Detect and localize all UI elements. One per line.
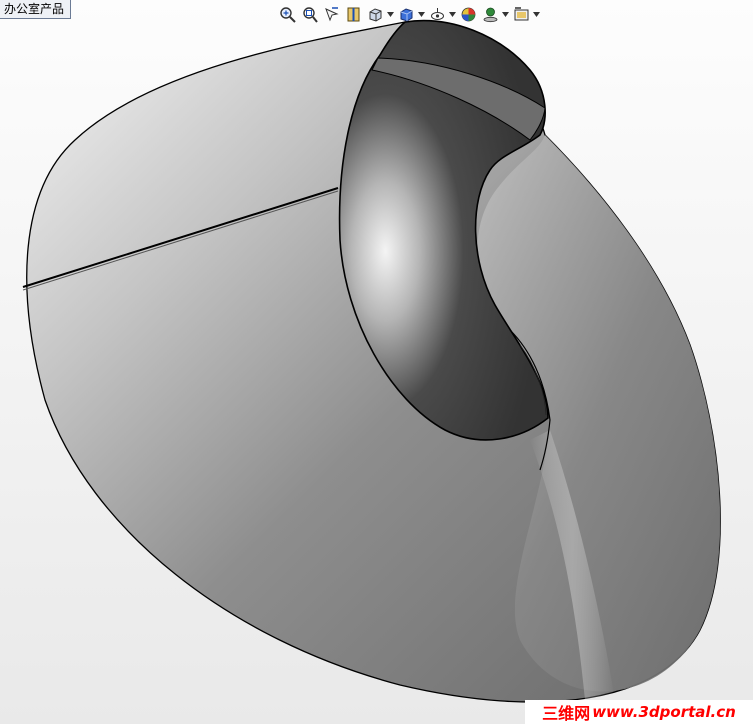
watermark: 三维网 www.3dportal.cn — [525, 700, 753, 724]
view-settings-dropdown-icon[interactable] — [533, 4, 540, 24]
document-tab[interactable]: 办公室产品 — [0, 0, 72, 19]
apply-scene-icon[interactable] — [480, 4, 500, 24]
view-settings-icon[interactable] — [511, 4, 531, 24]
mobius-surface-model[interactable] — [0, 0, 753, 724]
section-view-icon[interactable] — [343, 4, 363, 24]
edit-appearance-icon[interactable] — [458, 4, 478, 24]
hide-show-items-icon[interactable] — [427, 4, 447, 24]
display-style-icon[interactable] — [396, 4, 416, 24]
heads-up-view-toolbar — [277, 3, 540, 25]
zoom-to-fit-icon[interactable] — [277, 4, 297, 24]
watermark-site-name: 三维网 — [542, 704, 591, 723]
hide-show-dropdown-icon[interactable] — [449, 4, 456, 24]
zoom-to-area-icon[interactable] — [299, 4, 319, 24]
graphics-area[interactable]: 办公室产品 三维网 www.3dportal.cn — [0, 0, 753, 724]
apply-scene-dropdown-icon[interactable] — [502, 4, 509, 24]
display-style-dropdown-icon[interactable] — [418, 4, 425, 24]
view-orientation-dropdown-icon[interactable] — [387, 4, 394, 24]
watermark-url: www.3dportal.cn — [592, 703, 736, 721]
previous-view-icon[interactable] — [321, 4, 341, 24]
view-orientation-icon[interactable] — [365, 4, 385, 24]
